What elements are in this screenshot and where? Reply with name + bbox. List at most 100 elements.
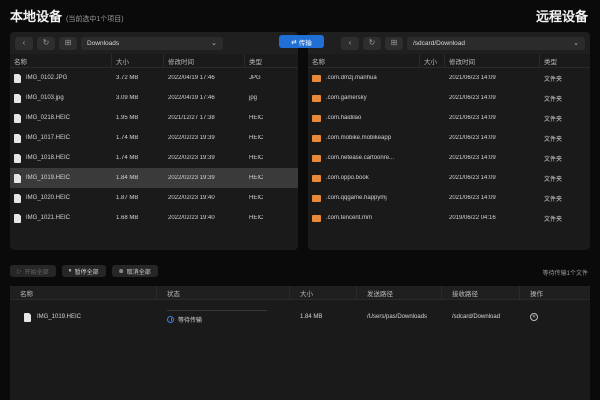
folder-icon	[312, 114, 321, 122]
file-type: jpg	[249, 95, 258, 101]
file-icon	[14, 193, 21, 203]
chevron-down-icon: ⌄	[573, 40, 579, 47]
remote-file-list: .com.dmzj.manhua 2021/06/23 14:09 文件夹 .com.…	[308, 68, 590, 228]
queue-recv-path: /sdcard/Download	[452, 314, 501, 320]
file-type: HEIC	[249, 155, 264, 161]
file-name-cell: IMG_0103.jpg	[10, 93, 112, 103]
folder-modified: 2021/06/23 14:09	[449, 155, 496, 161]
file-type: HEIC	[249, 115, 264, 121]
folder-type: 文件夹	[544, 156, 563, 163]
file-name: IMG_1017.HEIC	[26, 135, 71, 141]
folder-modified: 2021/06/23 14:09	[449, 75, 496, 81]
file-type: JPG	[249, 75, 261, 81]
file-modified: 2021/12/27 17:38	[168, 115, 215, 121]
file-modified: 2022/02/23 19:39	[168, 175, 215, 181]
folder-row[interactable]: .com.qqgame.happymj 2021/06/23 14:09 文件夹	[308, 188, 590, 208]
folder-plus-icon: ⊞	[390, 38, 398, 47]
file-size: 1.74 MB	[116, 135, 139, 141]
back-button[interactable]: ‹	[15, 36, 33, 50]
file-size: 1.87 MB	[116, 195, 139, 201]
file-size: 1.68 MB	[116, 215, 139, 221]
col-size[interactable]: 大小	[112, 54, 164, 67]
folder-row[interactable]: .com.gamersky 2021/06/23 14:09 文件夹	[308, 88, 590, 108]
folder-icon	[312, 174, 321, 182]
file-icon	[14, 153, 21, 163]
qcol-send-path: 发送路径	[357, 286, 442, 299]
refresh-button[interactable]: ↻	[363, 36, 381, 50]
pause-all-label: 暂停全部	[74, 269, 99, 276]
folder-name: .com.tencent.mm	[326, 215, 373, 221]
file-row[interactable]: IMG_0103.jpg 3.09 MB 2022/04/19 17:46 jpg	[10, 88, 298, 108]
folder-plus-icon: ⊞	[64, 38, 72, 47]
refresh-button[interactable]: ↻	[37, 36, 55, 50]
file-name-cell: IMG_1021.HEIC	[10, 213, 112, 223]
remote-path-select[interactable]: /sdcard/Download ⌄	[407, 36, 585, 50]
col-name[interactable]: 名称	[10, 54, 112, 67]
file-name-cell: IMG_1017.HEIC	[10, 133, 112, 143]
folder-modified: 2021/06/23 14:09	[449, 95, 496, 101]
folder-name: .com.haidilao	[326, 115, 362, 121]
folder-type: 文件夹	[544, 216, 563, 223]
folder-row[interactable]: .com.mobike.mobikeapp 2021/06/23 14:09 文件夹	[308, 128, 590, 148]
file-icon	[14, 113, 21, 123]
refresh-icon: ↻	[368, 38, 376, 47]
folder-name-cell: .com.tencent.mm	[308, 214, 420, 222]
remote-toolbar: ‹ ↻ ⊞ /sdcard/Download ⌄	[308, 32, 590, 54]
queue-actions: ▷ 开始全部 ⏸ 暂停全部 ⊗ 取消全部	[10, 265, 158, 277]
local-column-header: 名称 大小 修改时间 类型	[10, 54, 298, 68]
file-row[interactable]: IMG_0218.HEIC 1.95 MB 2021/12/27 17:38 HEIC	[10, 108, 298, 128]
start-all-button[interactable]: ▷ 开始全部	[10, 265, 56, 277]
folder-type: 文件夹	[544, 196, 563, 203]
file-size: 1.95 MB	[116, 115, 139, 121]
col-modified[interactable]: 修改时间	[164, 54, 245, 67]
file-row[interactable]: IMG_0102.JPG 3.72 MB 2022/04/19 17:46 JPG	[10, 68, 298, 88]
new-folder-button[interactable]: ⊞	[59, 36, 77, 50]
file-icon	[14, 133, 21, 143]
file-name-cell: IMG_1018.HEIC	[10, 153, 112, 163]
file-type: HEIC	[249, 195, 264, 201]
back-button[interactable]: ‹	[341, 36, 359, 50]
folder-name: .com.gamersky	[326, 95, 367, 101]
folder-modified: 2021/06/23 14:09	[449, 135, 496, 141]
folder-row[interactable]: .com.haidilao 2021/06/23 14:09 文件夹	[308, 108, 590, 128]
folder-row[interactable]: .com.tencent.mm 2019/06/22 04:16 文件夹	[308, 208, 590, 228]
file-row[interactable]: IMG_1017.HEIC 1.74 MB 2022/02/23 19:39 HEIC	[10, 128, 298, 148]
file-row[interactable]: IMG_1018.HEIC 1.74 MB 2022/02/23 19:39 HEIC	[10, 148, 298, 168]
file-row[interactable]: IMG_1019.HEIC 1.84 MB 2022/02/23 19:39 HEIC	[10, 168, 298, 188]
file-icon	[14, 173, 21, 183]
cancel-transfer-icon[interactable]: ✕	[530, 313, 538, 321]
qcol-status: 状态	[157, 286, 290, 299]
queue-list: IMG_1019.HEIC 等待传输 1.84 MB/Users/pas/Downl…	[10, 300, 590, 334]
file-row[interactable]: IMG_1021.HEIC 1.68 MB 2022/02/23 19:40 HEIC	[10, 208, 298, 228]
pause-all-button[interactable]: ⏸ 暂停全部	[61, 265, 106, 277]
cancel-all-button[interactable]: ⊗ 取消全部	[111, 265, 158, 277]
chevron-left-icon: ‹	[22, 38, 26, 47]
new-folder-button[interactable]: ⊞	[385, 36, 403, 50]
col-name[interactable]: 名称	[308, 54, 420, 67]
folder-icon	[312, 194, 321, 202]
file-size: 1.74 MB	[116, 155, 139, 161]
folder-row[interactable]: .com.oppo.book 2021/06/23 14:09 文件夹	[308, 168, 590, 188]
transfer-button[interactable]: ⇄ 传输	[279, 35, 324, 48]
queue-size: 1.84 MB	[300, 314, 323, 320]
col-type[interactable]: 类型	[245, 54, 298, 67]
folder-row[interactable]: .com.dmzj.manhua 2021/06/23 14:09 文件夹	[308, 68, 590, 88]
col-type[interactable]: 类型	[540, 54, 590, 67]
col-size[interactable]: 大小	[420, 54, 445, 67]
file-name: IMG_1020.HEIC	[26, 195, 71, 201]
local-path-select[interactable]: Downloads ⌄	[81, 36, 223, 50]
transfer-queue: 名称 状态 大小 发送路径 接收路径 操作 IMG_1019.HEIC 等待传输 1…	[10, 286, 590, 400]
folder-name: .com.qqgame.happymj	[326, 195, 387, 201]
folder-row[interactable]: .com.netease.cartoonre... 2021/06/23 14:0…	[308, 148, 590, 168]
waiting-count: 等待传输1个文件	[542, 271, 588, 277]
file-name-cell: IMG_0218.HEIC	[10, 113, 112, 123]
col-modified[interactable]: 修改时间	[445, 54, 540, 67]
file-size: 3.09 MB	[116, 95, 139, 101]
refresh-icon: ↻	[42, 38, 50, 47]
file-icon	[14, 93, 21, 103]
folder-modified: 2021/06/23 14:09	[449, 195, 496, 201]
folder-modified: 2021/06/23 14:09	[449, 175, 496, 181]
file-row[interactable]: IMG_1020.HEIC 1.87 MB 2022/02/23 19:40 HEIC	[10, 188, 298, 208]
qcol-name: 名称	[10, 286, 157, 299]
file-name: IMG_1019.HEIC	[26, 175, 71, 181]
